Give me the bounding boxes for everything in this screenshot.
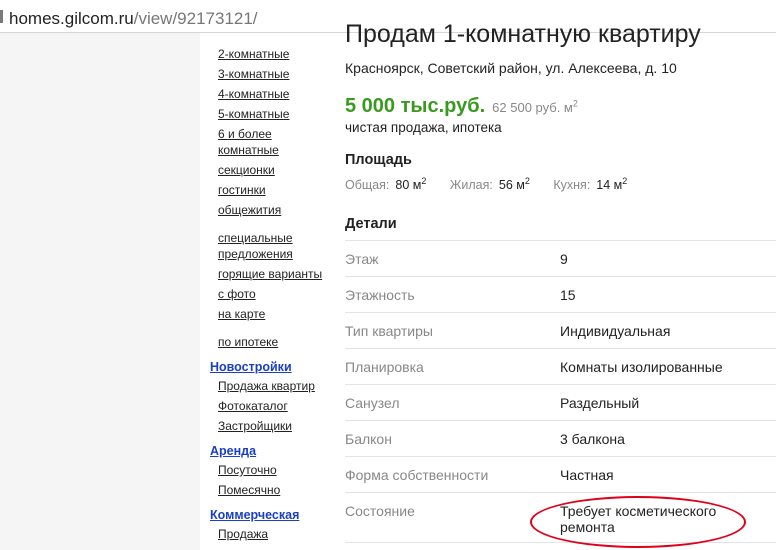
detail-key: Этаж	[345, 251, 379, 267]
sidebar-link-with-photo[interactable]: с фото	[218, 286, 256, 302]
detail-row-floor: Этаж 9	[345, 240, 776, 276]
sidebar-link-obshchezhitiya[interactable]: общежития	[218, 202, 281, 218]
area-kitchen-value: 14 м2	[596, 176, 628, 193]
sidebar-link-5-rooms[interactable]: 5-комнатные	[218, 106, 289, 122]
detail-value: Частная	[560, 467, 614, 483]
detail-row-ownership: Форма собственности Частная	[345, 456, 776, 492]
price-per-unit: 62 500 руб. м2	[492, 98, 578, 115]
area-heading: Площадь	[345, 152, 412, 168]
url-text[interactable]: homes.gilcom.ru/view/92173121/	[9, 9, 258, 29]
detail-key: Состояние	[345, 503, 415, 519]
sidebar-link-4-rooms[interactable]: 4-комнатные	[218, 86, 289, 102]
sidebar-link-3-rooms[interactable]: 3-комнатные	[218, 66, 289, 82]
area-kitchen-value-text: 14 м	[596, 178, 623, 193]
sidebar-link-on-map[interactable]: на карте	[218, 306, 265, 322]
detail-value: Комнаты изолированные	[560, 359, 723, 375]
detail-row-balcony: Балкон 3 балкона	[345, 420, 776, 456]
detail-key: Санузел	[345, 395, 400, 411]
listing-address: Красноярск, Советский район, ул. Алексее…	[345, 60, 677, 76]
sidebar-link-photo-catalog[interactable]: Фотокаталог	[218, 398, 288, 414]
sidebar-link-hot-deals[interactable]: горящие варианты	[218, 266, 322, 282]
area-total-value: 80 м2	[395, 176, 427, 193]
sidebar-link-sektsionki[interactable]: секционки	[218, 162, 275, 178]
left-margin	[0, 33, 200, 550]
sidebar-section-new-buildings[interactable]: Новостройки	[210, 359, 292, 375]
area-total: Общая: 80 м2	[345, 176, 426, 192]
sidebar-link-6-plus-rooms-cont[interactable]: комнатные	[218, 142, 279, 158]
detail-row-floors-total: Этажность 15	[345, 276, 776, 312]
sidebar-link-special-cont[interactable]: предложения	[218, 246, 293, 262]
area-living-label: Жилая:	[449, 178, 493, 193]
area-living: Жилая: 56 м2	[450, 176, 530, 192]
area-total-sup: 2	[421, 176, 427, 186]
sidebar-link-special[interactable]: специальные	[218, 230, 293, 246]
page-icon	[0, 10, 3, 23]
price-per-unit-text: 62 500 руб. м	[492, 100, 573, 115]
detail-value: Раздельный	[560, 395, 640, 411]
sidebar-link-monthly[interactable]: Помесячно	[218, 482, 280, 498]
detail-key: Планировка	[345, 359, 424, 375]
sidebar-link-apartment-sale[interactable]: Продажа квартир	[218, 378, 315, 394]
detail-row-bathroom: Санузел Раздельный	[345, 384, 776, 420]
area-living-value: 56 м2	[498, 176, 530, 193]
sidebar-link-6-plus-rooms[interactable]: 6 и более	[218, 126, 272, 142]
area-total-label: Общая:	[345, 178, 390, 193]
detail-key: Балкон	[345, 431, 392, 447]
listing-title: Продам 1-комнатную квартиру	[345, 20, 701, 48]
sidebar-link-2-rooms[interactable]: 2-комнатные	[218, 46, 289, 62]
sidebar-link-daily[interactable]: Посуточно	[218, 462, 277, 478]
detail-row-divider	[345, 542, 776, 550]
detail-row-apartment-type: Тип квартиры Индивидуальная	[345, 312, 776, 348]
area-kitchen: Кухня: 14 м2	[553, 176, 627, 192]
url-path: /view/92173121/	[133, 9, 258, 28]
area-kitchen-sup: 2	[622, 176, 628, 186]
deal-type: чистая продажа, ипотека	[345, 120, 502, 135]
detail-value: Индивидуальная	[560, 323, 671, 339]
sidebar-section-commercial[interactable]: Коммерческая	[210, 507, 299, 523]
listing-content: Продам 1-комнатную квартиру Красноярск, …	[330, 20, 776, 550]
detail-value: 15	[560, 287, 576, 303]
area-kitchen-label: Кухня:	[553, 178, 591, 193]
detail-row-layout: Планировка Комнаты изолированные	[345, 348, 776, 384]
area-total-value-text: 80 м	[395, 178, 422, 193]
detail-value: 3 балкона	[560, 431, 625, 447]
annotation-ellipse	[530, 496, 746, 548]
url-host: homes.gilcom.ru	[9, 9, 134, 28]
sidebar: 2-комнатные 3-комнатные 4-комнатные 5-ко…	[200, 33, 330, 550]
price-block: 5 000 тыс.руб. 62 500 руб. м2	[345, 95, 578, 118]
detail-key: Этажность	[345, 287, 415, 303]
price-per-unit-sup: 2	[572, 98, 578, 109]
area-living-value-text: 56 м	[498, 178, 525, 193]
detail-value: 9	[560, 251, 568, 267]
sidebar-link-mortgage[interactable]: по ипотеке	[218, 334, 278, 350]
detail-key: Тип квартиры	[345, 323, 433, 339]
detail-key: Форма собственности	[345, 467, 489, 483]
sidebar-section-rent[interactable]: Аренда	[210, 443, 256, 459]
sidebar-link-gostinki[interactable]: гостинки	[218, 182, 266, 198]
areas-line: Общая: 80 м2 Жилая: 56 м2 Кухня: 14 м2	[345, 176, 647, 192]
details-heading: Детали	[345, 216, 397, 232]
price-total: 5 000 тыс.руб.	[345, 95, 486, 117]
area-living-sup: 2	[524, 176, 530, 186]
sidebar-link-sale[interactable]: Продажа	[218, 526, 268, 542]
sidebar-link-developers[interactable]: Застройщики	[218, 418, 292, 434]
